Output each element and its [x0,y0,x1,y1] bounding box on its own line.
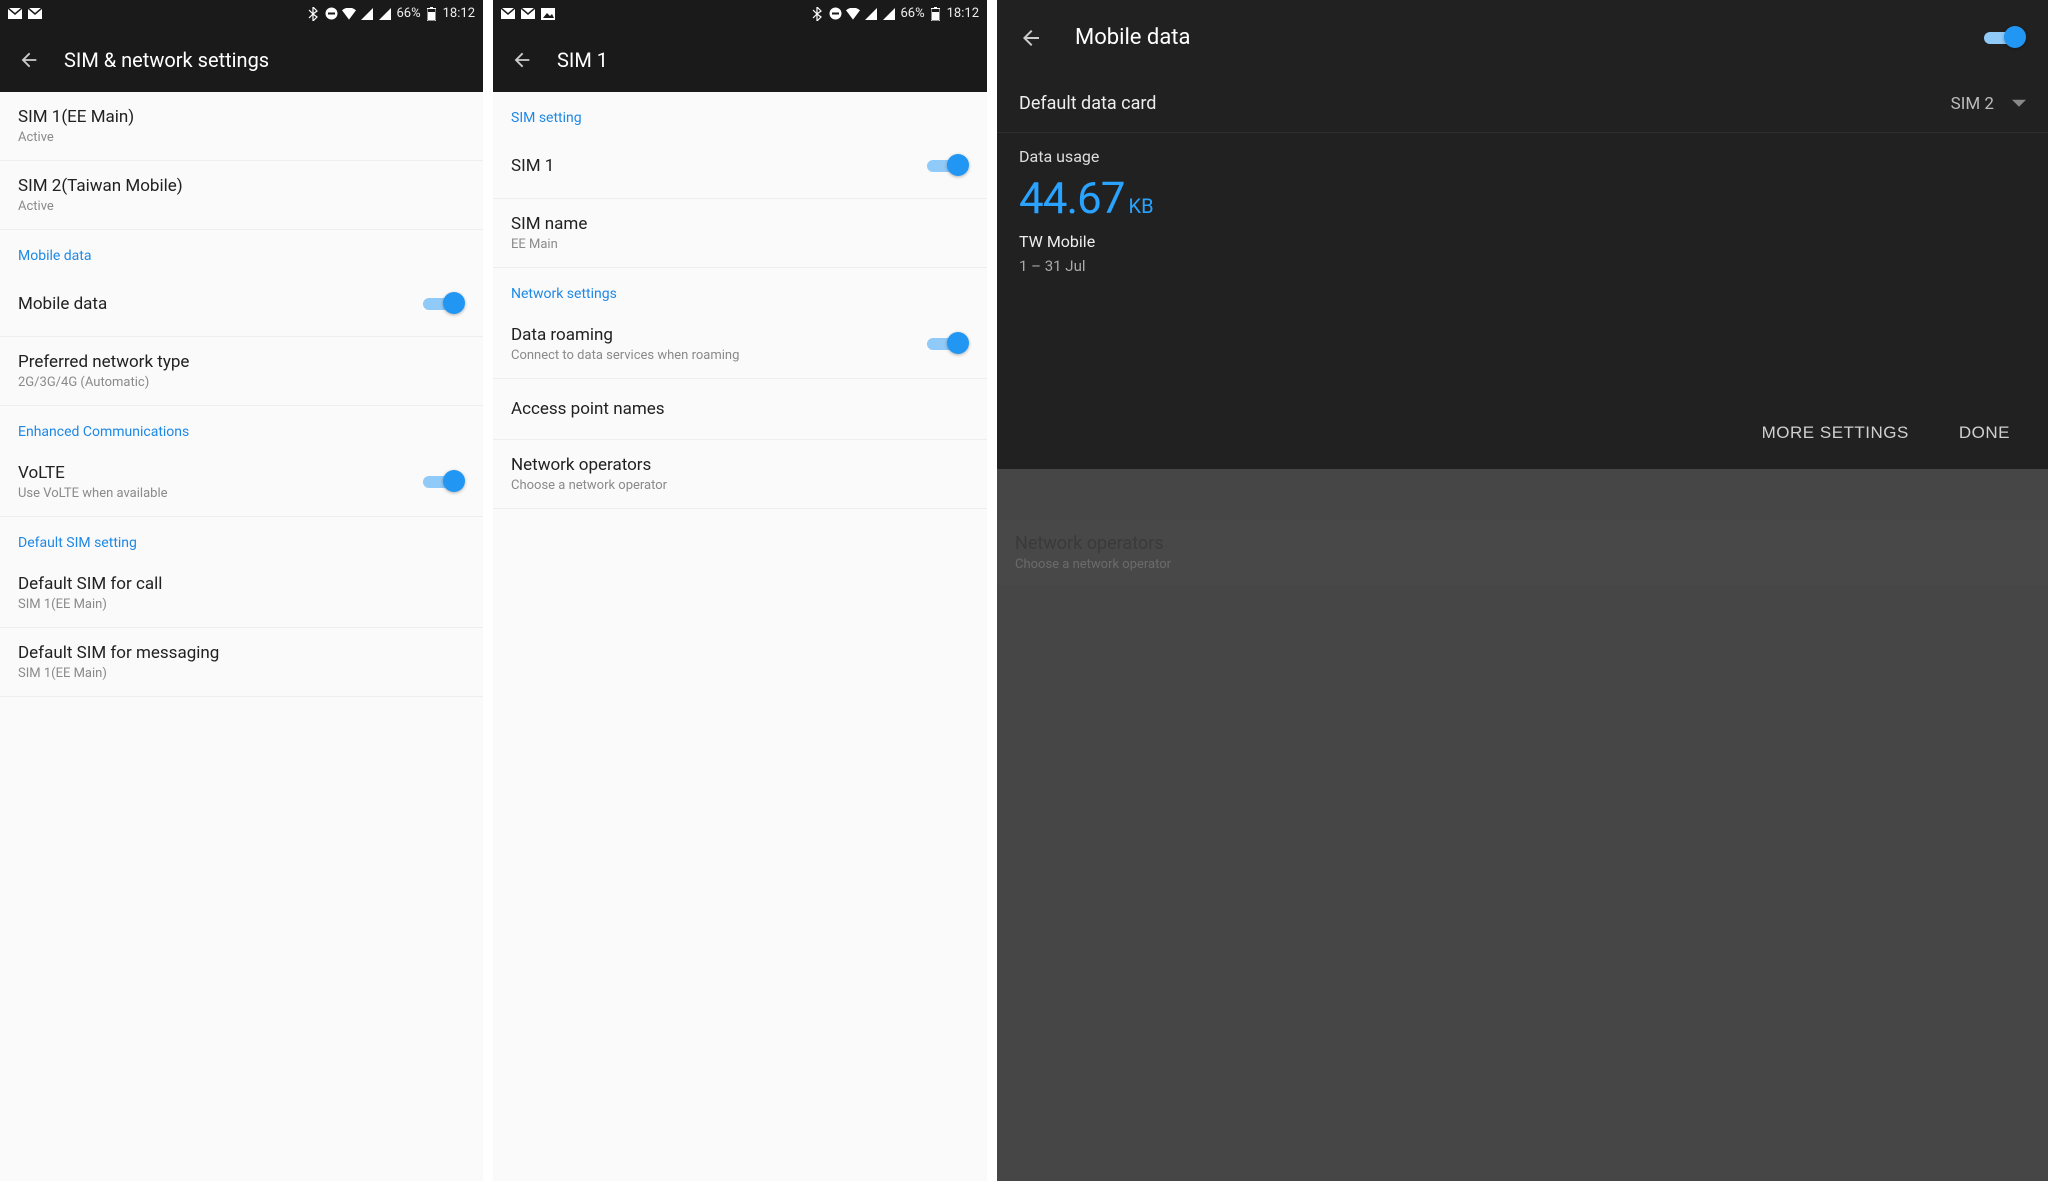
section-default-sim: Default SIM setting [0,517,483,559]
bluetooth-icon [810,7,824,21]
battery-pct: 66% [396,6,420,21]
sim2-status: Active [18,199,465,214]
sim1-enable-row[interactable]: SIM 1 [493,134,987,199]
sim-name-value: EE Main [511,237,969,252]
mobile-data-label: Mobile data [18,294,423,314]
gmail-icon [28,7,42,21]
data-roaming-label: Data roaming [511,325,927,345]
default-sim-msg-label: Default SIM for messaging [18,643,465,663]
screen-mobile-data-overlay: Network operators Choose a network opera… [997,0,2048,1181]
apn-row[interactable]: Access point names [493,379,987,440]
network-operators-label: Network operators [511,455,969,475]
data-usage-block[interactable]: Data usage 44.67 KB TW Mobile 1 – 31 Jul [997,133,2048,285]
battery-pct: 66% [900,6,924,21]
apn-label: Access point names [511,399,969,419]
clock-text: 18:12 [947,6,979,21]
overlay-title: Mobile data [1075,25,1952,50]
gmail-icon [501,7,515,21]
default-sim-msg-value: SIM 1(EE Main) [18,666,465,681]
section-network-settings: Network settings [493,268,987,310]
back-arrow-icon[interactable] [1019,26,1043,50]
default-sim-call-label: Default SIM for call [18,574,465,594]
data-usage-unit: KB [1129,194,1154,218]
signal-icon [882,7,896,21]
sim2-label: SIM 2(Taiwan Mobile) [18,176,465,196]
page-title: SIM & network settings [64,48,269,72]
sim1-enable-toggle[interactable] [927,154,969,178]
volte-sub: Use VoLTE when available [18,486,423,501]
screen-sim-network-settings: 66% 18:12 SIM & network settings SIM 1(E… [0,0,483,1181]
data-roaming-toggle[interactable] [927,332,969,356]
sim1-status: Active [18,130,465,145]
network-operators-sub: Choose a network operator [511,478,969,493]
section-mobile-data: Mobile data [0,230,483,272]
dnd-icon [324,7,338,21]
data-usage-label: Data usage [1019,147,2026,166]
data-usage-carrier: TW Mobile [1019,232,2026,251]
sim1-enable-label: SIM 1 [511,156,927,176]
preferred-network-value: 2G/3G/4G (Automatic) [18,375,465,390]
mobile-data-panel: Mobile data Default data card SIM 2 Data… [997,0,2048,469]
bluetooth-icon [306,7,320,21]
sim-name-row[interactable]: SIM name EE Main [493,199,987,268]
gmail-icon [521,7,535,21]
sim-name-label: SIM name [511,214,969,234]
clock-text: 18:12 [443,6,475,21]
chevron-down-icon [2012,97,2026,111]
settings-list: SIM setting SIM 1 SIM name EE Main Netwo… [493,92,987,1181]
signal-icon [360,7,374,21]
network-operators-sub: Choose a network operator [1015,557,2030,572]
network-operators-row[interactable]: Network operators Choose a network opera… [493,440,987,509]
data-usage-range: 1 – 31 Jul [1019,257,2026,275]
default-data-card-value: SIM 2 [1951,94,1994,114]
data-roaming-sub: Connect to data services when roaming [511,348,927,363]
section-sim-setting: SIM setting [493,92,987,134]
battery-icon [425,7,439,21]
status-bar: 66% 18:12 [493,0,987,27]
volte-toggle[interactable] [423,470,465,494]
done-button[interactable]: DONE [1959,423,2010,443]
mobile-data-master-toggle[interactable] [1984,26,2026,50]
sim1-label: SIM 1(EE Main) [18,107,465,127]
sim1-row[interactable]: SIM 1(EE Main) Active [0,92,483,161]
back-arrow-icon[interactable] [511,49,533,71]
network-operators-label: Network operators [1015,533,2030,554]
more-settings-button[interactable]: MORE SETTINGS [1762,423,1909,443]
mobile-data-row[interactable]: Mobile data [0,272,483,337]
picture-icon [541,7,555,21]
back-arrow-icon[interactable] [18,49,40,71]
default-data-card-row[interactable]: Default data card SIM 2 [997,75,2048,133]
battery-icon [929,7,943,21]
signal-icon [864,7,878,21]
page-title: SIM 1 [557,48,608,72]
volte-label: VoLTE [18,463,423,483]
network-operators-row-bg: Network operators Choose a network opera… [997,520,2048,585]
data-usage-amount: 44.67 [1019,172,1125,224]
default-data-card-label: Default data card [1019,93,1951,114]
screen-sim1-settings: 66% 18:12 SIM 1 SIM setting SIM 1 SIM na… [493,0,987,1181]
default-sim-call-value: SIM 1(EE Main) [18,597,465,612]
settings-list: SIM 1(EE Main) Active SIM 2(Taiwan Mobil… [0,92,483,1181]
wifi-icon [846,7,860,21]
default-sim-call-row[interactable]: Default SIM for call SIM 1(EE Main) [0,559,483,628]
volte-row[interactable]: VoLTE Use VoLTE when available [0,448,483,517]
gmail-icon [8,7,22,21]
overlay-app-bar: Mobile data [997,0,2048,75]
overlay-actions: MORE SETTINGS DONE [997,405,2048,469]
sim2-row[interactable]: SIM 2(Taiwan Mobile) Active [0,161,483,230]
app-bar: SIM 1 [493,27,987,92]
signal-icon [378,7,392,21]
preferred-network-row[interactable]: Preferred network type 2G/3G/4G (Automat… [0,337,483,406]
app-bar: SIM & network settings [0,27,483,92]
status-bar: 66% 18:12 [0,0,483,27]
default-sim-msg-row[interactable]: Default SIM for messaging SIM 1(EE Main) [0,628,483,697]
dnd-icon [828,7,842,21]
mobile-data-toggle[interactable] [423,292,465,316]
preferred-network-label: Preferred network type [18,352,465,372]
data-roaming-row[interactable]: Data roaming Connect to data services wh… [493,310,987,379]
section-enhanced: Enhanced Communications [0,406,483,448]
wifi-icon [342,7,356,21]
